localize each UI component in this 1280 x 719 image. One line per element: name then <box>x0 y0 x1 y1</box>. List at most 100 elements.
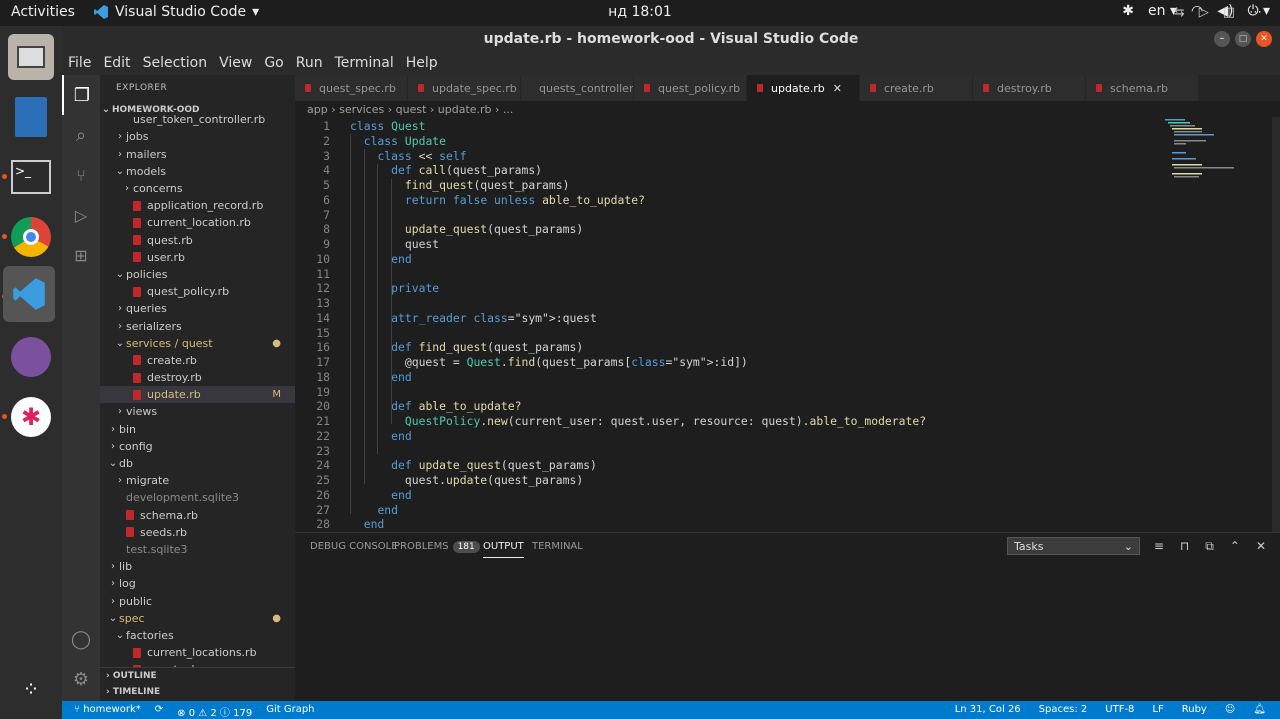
code-line[interactable]: class << self <box>350 149 466 163</box>
slack-icon[interactable]: ✱ <box>8 394 54 440</box>
editor-tab[interactable]: update.rb ✕ <box>747 75 860 101</box>
tree-item[interactable]: ⌄ factories <box>100 627 295 644</box>
breadcrumb[interactable]: app › services › quest › update.rb › ... <box>307 103 513 116</box>
code-line[interactable]: @quest = Quest.find(quest_params[class="… <box>350 355 748 369</box>
timeline-section[interactable]: › TIMELINE <box>100 681 295 697</box>
open-log-icon[interactable]: ⧉ <box>1205 539 1214 554</box>
tree-item[interactable]: destroy.rb <box>100 369 295 386</box>
slack-tray-icon[interactable]: ✱ <box>1122 3 1134 19</box>
close-panel-icon[interactable]: ✕ <box>1256 539 1266 554</box>
tree-item[interactable]: ⌄ policies <box>100 266 295 283</box>
tree-item[interactable]: › bin <box>100 421 295 438</box>
tree-item[interactable]: › serializers <box>100 317 295 334</box>
git-graph-button[interactable]: Git Graph <box>266 704 314 719</box>
code-line[interactable]: class Update <box>350 134 446 148</box>
sync-icon[interactable]: ⟳ <box>155 704 163 719</box>
minimap[interactable] <box>1160 117 1260 187</box>
tree-item[interactable]: seeds.rb <box>100 524 295 541</box>
minimize-button[interactable]: – <box>1214 31 1230 47</box>
code-line[interactable]: class Quest <box>350 119 425 133</box>
editor-tab[interactable]: quest_policy.rb <box>634 75 747 101</box>
code-line[interactable]: def update_quest(quest_params) <box>350 458 597 472</box>
code-line[interactable]: QuestPolicy.new(current_user: quest.user… <box>350 414 926 428</box>
tree-item[interactable]: application_record.rb <box>100 197 295 214</box>
menu-go[interactable]: Go <box>258 52 289 75</box>
close-tab-icon[interactable]: ✕ <box>833 82 842 95</box>
editor-tab[interactable]: schema.rb <box>1086 75 1199 101</box>
code-editor[interactable]: 1 class Quest 2 class Update 3 class << sel… <box>295 117 1280 532</box>
tree-item[interactable]: ⌄ db <box>100 455 295 472</box>
menu-terminal[interactable]: Terminal <box>329 52 400 75</box>
outline-section[interactable]: › OUTLINE <box>100 668 295 681</box>
editor-scrollbar[interactable] <box>1272 117 1280 532</box>
code-line[interactable]: end <box>350 370 412 384</box>
show-apps-icon[interactable]: ⁘ <box>8 666 54 712</box>
tree-item[interactable]: user.rb <box>100 249 295 266</box>
tree-item[interactable]: test.sqlite3 <box>100 541 295 558</box>
tree-item[interactable]: create.rb <box>100 352 295 369</box>
tab-output[interactable]: OUTPUT <box>483 541 524 558</box>
lock-scroll-icon[interactable]: ⊓ <box>1180 539 1189 554</box>
libreoffice-writer-icon[interactable] <box>8 94 54 140</box>
tab-problems[interactable]: PROBLEMS 181 <box>394 541 480 553</box>
maximize-panel-icon[interactable]: ⌃ <box>1230 539 1240 554</box>
encoding[interactable]: UTF-8 <box>1105 704 1134 715</box>
tree-item[interactable]: › queries <box>100 300 295 317</box>
menu-selection[interactable]: Selection <box>137 52 214 75</box>
editor-tab[interactable]: quest_spec.rb <box>295 75 408 101</box>
run-icon[interactable]: ▷ <box>1199 5 1209 20</box>
source-control-icon[interactable]: ⑂ <box>62 155 100 195</box>
branch-indicator[interactable]: ⑂ homework* <box>74 704 141 719</box>
tree-item[interactable]: quest_policy.rb <box>100 283 295 300</box>
settings-gear-icon[interactable]: ⚙ <box>62 659 100 699</box>
run-debug-icon[interactable]: ▷ <box>62 195 100 235</box>
tree-item[interactable]: › lib <box>100 558 295 575</box>
open-changes-icon[interactable]: ⇆ <box>1174 5 1185 20</box>
tree-item[interactable]: ⌄ models <box>100 163 295 180</box>
code-line[interactable]: attr_reader class="sym">:quest <box>350 311 597 325</box>
tree-item[interactable]: › mailers <box>100 146 295 163</box>
tree-item[interactable]: ⌄ services / quest ● <box>100 335 295 352</box>
clock[interactable]: нд 18:01 <box>608 4 672 20</box>
tree-item[interactable]: › migrate <box>100 472 295 489</box>
extensions-icon[interactable]: ⊞ <box>62 235 100 275</box>
menu-file[interactable]: File <box>62 52 97 75</box>
tree-item[interactable]: › views <box>100 403 295 420</box>
tree-item[interactable]: user_token_controller.rb <box>100 111 295 128</box>
tab-terminal[interactable]: TERMINAL <box>532 541 583 552</box>
code-line[interactable]: end <box>350 503 398 517</box>
account-icon[interactable]: ◯ <box>62 619 100 659</box>
tab-debug-console[interactable]: DEBUG CONSOLE <box>310 541 398 552</box>
menu-view[interactable]: View <box>213 52 258 75</box>
clear-output-icon[interactable]: ≡ <box>1154 539 1164 554</box>
code-line[interactable]: end <box>350 488 412 502</box>
editor-tab[interactable]: destroy.rb <box>973 75 1086 101</box>
editor-tab[interactable]: quests_controller.rb <box>521 75 634 101</box>
code-line[interactable]: end <box>350 429 412 443</box>
tree-item[interactable]: update.rb M <box>100 386 295 404</box>
app-menu[interactable]: Visual Studio Code ▾ <box>93 4 259 20</box>
editor-tab[interactable]: create.rb <box>860 75 973 101</box>
search-icon[interactable]: ⌕ <box>62 115 100 155</box>
tree-item[interactable]: › concerns <box>100 180 295 197</box>
tree-item[interactable]: quest.rb <box>100 232 295 249</box>
output-channel-select[interactable]: Tasks ⌄ <box>1007 537 1140 555</box>
more-actions-icon[interactable]: ⋯ <box>1249 5 1262 20</box>
code-line[interactable]: find_quest(quest_params) <box>350 178 570 192</box>
code-line[interactable]: def able_to_update? <box>350 399 521 413</box>
code-line[interactable]: quest.update(quest_params) <box>350 473 583 487</box>
explorer-icon[interactable]: ❐ <box>62 75 100 115</box>
files-icon[interactable] <box>8 34 54 80</box>
indentation[interactable]: Spaces: 2 <box>1039 704 1088 715</box>
chrome-icon[interactable] <box>8 214 54 260</box>
tree-item[interactable]: › public <box>100 592 295 609</box>
tree-item[interactable]: schema.rb <box>100 507 295 524</box>
end-of-line[interactable]: LF <box>1152 704 1163 715</box>
code-line[interactable]: def call(quest_params) <box>350 163 542 177</box>
tree-item[interactable]: development.sqlite3 <box>100 489 295 506</box>
terminal-icon[interactable]: >_ <box>8 154 54 200</box>
language-mode[interactable]: Ruby <box>1182 704 1207 715</box>
tree-item[interactable]: current_location.rb <box>100 214 295 231</box>
cursor-position[interactable]: Ln 31, Col 26 <box>955 704 1021 715</box>
maximize-button[interactable]: □ <box>1235 31 1251 47</box>
